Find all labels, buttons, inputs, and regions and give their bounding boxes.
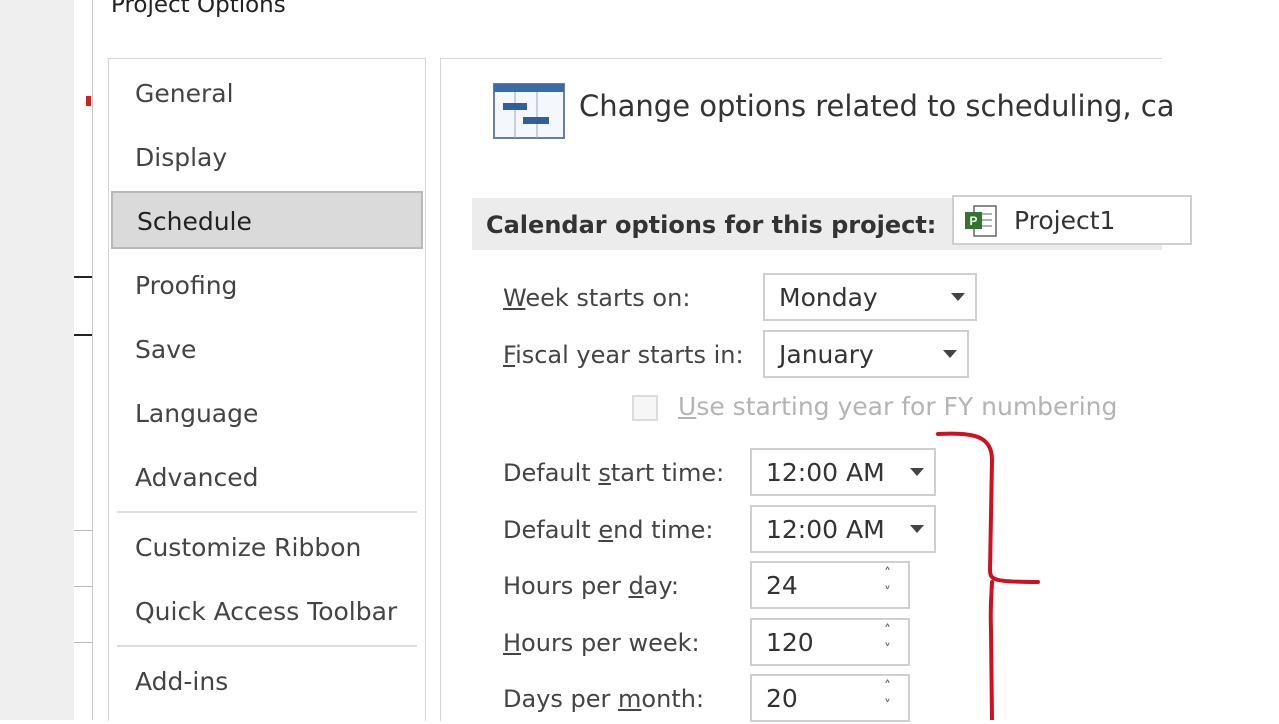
nav-separator [117,645,417,647]
fy-numbering-checkbox[interactable] [632,395,658,421]
week-starts-dropdown[interactable]: Monday [763,273,977,321]
fy-numbering-label: Use starting year for FY numbering [678,392,1118,421]
nav-item-proofing[interactable]: Proofing [111,257,423,315]
background-line [74,586,92,587]
background-line [74,530,92,531]
nav-item-customize-ribbon[interactable]: Customize Ribbon [111,519,423,577]
chevron-down-icon[interactable]: ˅ [884,586,896,600]
default-start-time-dropdown[interactable]: 12:00 AM [750,448,936,496]
chevron-down-icon [910,468,924,476]
section-header-text: Change options related to scheduling, ca [579,89,1175,123]
fiscal-year-dropdown[interactable]: January [763,330,969,378]
nav-item-schedule[interactable]: Schedule [111,191,423,249]
project-select-value: Project1 [1014,206,1116,235]
calendar-options-bar: Calendar options for this project: P Pro… [472,195,1192,250]
calendar-options-label: Calendar options for this project: [486,211,937,239]
background-marker [86,96,91,106]
project-select[interactable]: P Project1 [952,195,1192,245]
days-per-month-spinner[interactable]: 20 ˄ ˅ [750,674,910,722]
options-nav: General Display Schedule Proofing Save L… [108,58,426,721]
project-file-icon: P [964,205,1004,241]
fiscal-year-value: January [779,340,874,369]
nav-item-language[interactable]: Language [111,385,423,443]
chevron-down-icon[interactable]: ˅ [884,643,896,657]
fiscal-year-label: Fiscal year starts in: [503,341,744,369]
nav-item-advanced[interactable]: Advanced [111,449,423,507]
background-strip [0,0,74,720]
default-end-time-dropdown[interactable]: 12:00 AM [750,505,936,553]
hours-per-day-value: 24 [766,571,798,600]
background-line [74,334,92,336]
default-start-time-label: Default start time: [503,459,725,487]
chevron-down-icon [943,350,957,358]
chevron-down-icon [951,293,965,301]
nav-separator [117,511,417,513]
chevron-up-icon[interactable]: ˄ [884,567,896,581]
hours-per-day-spinner[interactable]: 24 ˄ ˅ [750,561,910,609]
background-line [74,642,92,643]
days-per-month-value: 20 [766,684,798,713]
chevron-down-icon[interactable]: ˅ [884,699,896,713]
week-starts-value: Monday [779,283,878,312]
red-brace-annotation [934,430,1044,724]
background-app [0,0,92,720]
background-line [74,276,92,278]
svg-text:P: P [969,214,977,228]
nav-item-save[interactable]: Save [111,321,423,379]
nav-item-add-ins[interactable]: Add-ins [111,653,423,711]
nav-item-quick-access-toolbar[interactable]: Quick Access Toolbar [111,583,423,641]
chevron-up-icon[interactable]: ˄ [884,624,896,638]
hours-per-day-label: Hours per day: [503,572,679,600]
week-starts-label: Week starts on: [503,284,691,312]
schedule-gantt-icon [493,83,565,143]
nav-item-general[interactable]: General [111,65,423,123]
days-per-month-label: Days per month: [503,685,705,713]
hours-per-week-value: 120 [766,628,814,657]
chevron-up-icon[interactable]: ˄ [884,680,896,694]
default-end-time-label: Default end time: [503,516,714,544]
hours-per-week-spinner[interactable]: 120 ˄ ˅ [750,618,910,666]
default-end-time-value: 12:00 AM [766,515,885,544]
schedule-options-pane: Change options related to scheduling, ca… [440,58,1192,722]
chevron-down-icon [910,525,924,533]
nav-item-display[interactable]: Display [111,129,423,187]
dialog-title: Project Options [111,0,286,18]
default-start-time-value: 12:00 AM [766,458,885,487]
hours-per-week-label: Hours per week: [503,629,700,657]
